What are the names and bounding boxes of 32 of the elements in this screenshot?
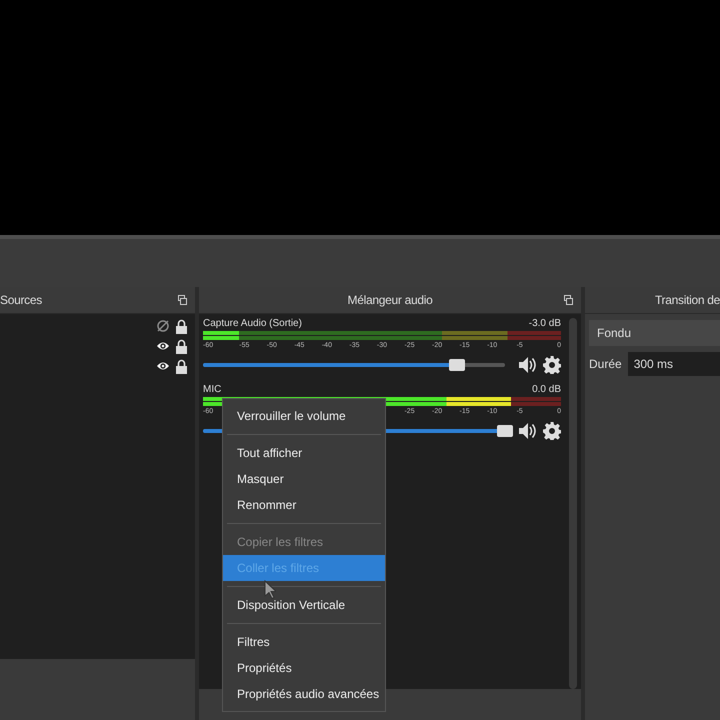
dock-title: Transition de [654, 293, 720, 307]
dock-title: Sources [0, 293, 42, 307]
menu-item[interactable]: Disposition Verticale [223, 592, 385, 618]
menu-item[interactable]: Filtres [223, 629, 385, 655]
dock-title: Mélangeur audio [348, 293, 432, 307]
menu-item[interactable]: Masquer [223, 466, 385, 492]
gear-icon[interactable] [543, 356, 561, 374]
eye-icon[interactable] [156, 360, 170, 372]
menu-item[interactable]: Verrouiller le volume [223, 403, 385, 429]
menu-item[interactable]: Renommer [223, 492, 385, 518]
menu-item[interactable]: Tout afficher [223, 440, 385, 466]
lock-icon[interactable] [176, 318, 187, 334]
transition-dropdown[interactable]: Fondu [589, 320, 720, 346]
mouse-pointer-icon [264, 580, 276, 600]
menu-item[interactable]: Propriétés [223, 655, 385, 681]
channel-name: MIC [203, 384, 222, 395]
lock-icon[interactable] [176, 338, 187, 354]
duration-field[interactable]: 300 ms [628, 352, 720, 376]
volume-reading: 0.0 dB [532, 384, 561, 395]
eye-icon[interactable] [156, 340, 170, 352]
gear-icon[interactable] [543, 422, 561, 440]
speaker-icon[interactable] [517, 355, 537, 375]
channel-name: Capture Audio (Sortie) [203, 318, 302, 329]
hidden-eye-icon[interactable] [156, 319, 170, 333]
volume-reading: -3.0 dB [528, 318, 561, 329]
float-icon[interactable] [178, 295, 187, 305]
scrollbar[interactable] [569, 318, 577, 689]
speaker-icon[interactable] [517, 421, 537, 441]
menu-item[interactable]: Propriétés audio avancées [223, 681, 385, 707]
float-icon[interactable] [564, 295, 573, 305]
duration-label: Durée [589, 357, 622, 371]
lock-icon[interactable] [176, 358, 187, 374]
